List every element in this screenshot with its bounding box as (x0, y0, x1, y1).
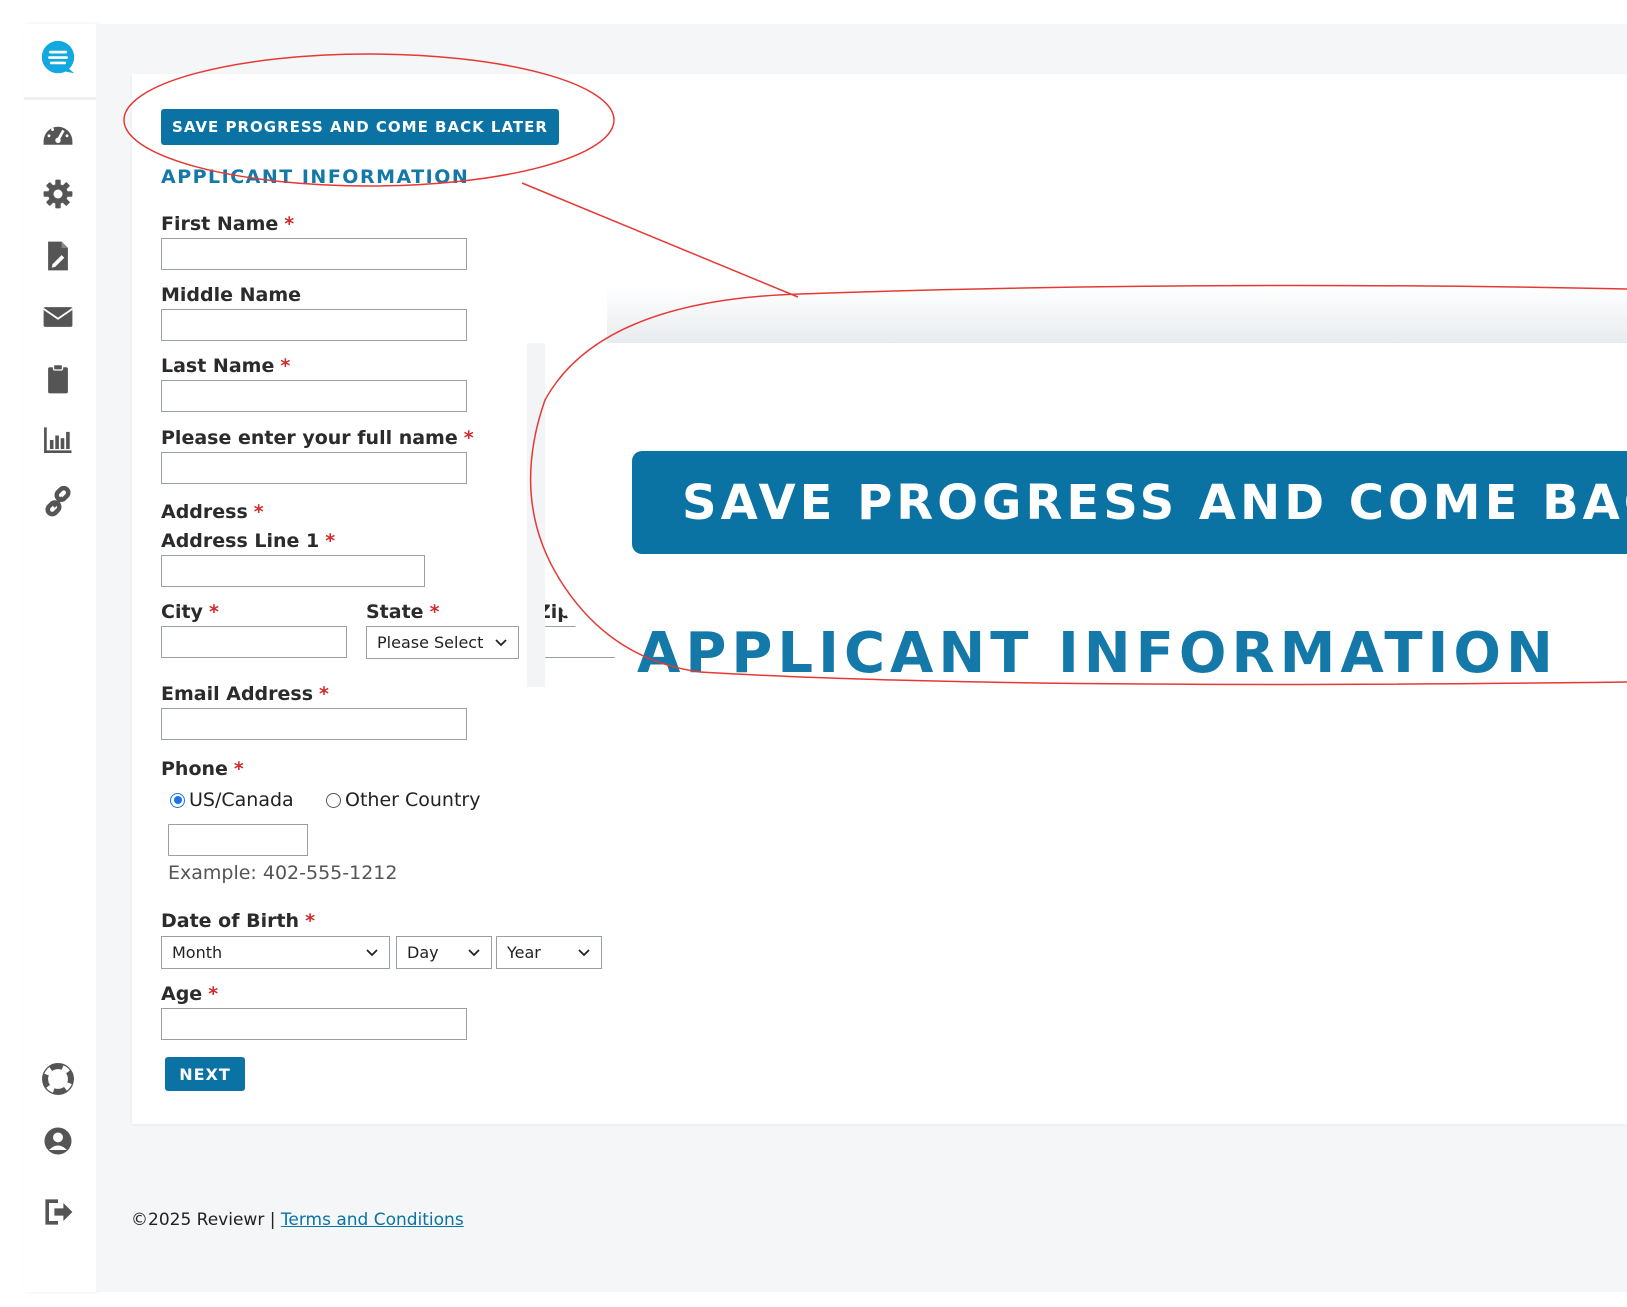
chevron-down-icon (495, 638, 507, 646)
middle-name-input[interactable] (161, 309, 467, 341)
clipboard-icon[interactable] (38, 359, 78, 399)
sign-out-icon[interactable] (38, 1192, 78, 1232)
first-name-label: First Name * (161, 213, 295, 235)
address-line1-label: Address Line 1 * (161, 530, 336, 552)
sidebar (24, 24, 96, 1292)
required-mark: * (280, 355, 291, 377)
footer: ©2025 Reviewr | Terms and Conditions (131, 1210, 464, 1230)
phone-input[interactable] (168, 824, 308, 856)
city-label: City * (161, 601, 219, 623)
radio-unselected[interactable] (326, 792, 341, 808)
email-input[interactable] (161, 708, 467, 740)
required-mark: * (319, 683, 329, 705)
save-progress-button[interactable]: SAVE PROGRESS AND COME BACK LATER (161, 109, 559, 145)
chevron-down-icon (366, 948, 378, 956)
required-mark: * (284, 213, 295, 235)
required-mark: * (325, 530, 336, 552)
required-mark: * (208, 601, 219, 623)
bar-chart-icon[interactable] (38, 420, 78, 460)
section-title: APPLICANT INFORMATION (161, 166, 470, 188)
full-name-label: Please enter your full name * (161, 427, 474, 449)
required-mark: * (429, 601, 440, 623)
last-name-label: Last Name * (161, 355, 291, 377)
email-label: Email Address * (161, 683, 329, 705)
state-select[interactable]: Please Select (366, 626, 519, 659)
next-button[interactable]: NEXT (165, 1057, 245, 1091)
footer-copyright: ©2025 Reviewr | (131, 1210, 281, 1230)
lifebuoy-icon[interactable] (38, 1059, 78, 1099)
phone-label: Phone * (161, 758, 244, 780)
zoom-callout: SAVE PROGRESS AND COME BACK APPLICANT IN… (527, 287, 1627, 687)
logo-area (24, 24, 96, 100)
middle-name-label: Middle Name (161, 284, 302, 306)
age-input[interactable] (161, 1008, 467, 1040)
link-icon[interactable] (38, 482, 78, 522)
first-name-input[interactable] (161, 238, 467, 270)
full-name-input[interactable] (161, 452, 467, 484)
chevron-down-icon (468, 948, 480, 956)
phone-example-hint: Example: 402-555-1212 (168, 862, 398, 884)
required-mark: * (208, 983, 219, 1005)
radio-selected[interactable] (170, 792, 185, 808)
dob-year-select[interactable]: Year (496, 936, 602, 969)
state-select-value: Please Select (377, 633, 484, 652)
dashboard-gauge-icon[interactable] (38, 114, 78, 154)
state-label: State * (366, 601, 440, 623)
dob-month-select[interactable]: Month (161, 936, 390, 969)
age-label: Age * (161, 983, 219, 1005)
reviewr-logo-icon[interactable] (38, 38, 78, 78)
address-label: Address * (161, 501, 264, 523)
envelope-icon[interactable] (38, 297, 78, 337)
zoom-save-progress-button: SAVE PROGRESS AND COME BACK (632, 451, 1627, 554)
user-circle-icon[interactable] (38, 1121, 78, 1161)
last-name-input[interactable] (161, 380, 467, 412)
dob-label: Date of Birth * (161, 910, 316, 932)
phone-option-other-country[interactable]: Other Country (326, 789, 480, 811)
required-mark: * (233, 758, 244, 780)
zoom-section-title: APPLICANT INFORMATION (637, 621, 1558, 686)
document-edit-icon[interactable] (38, 236, 78, 276)
required-mark: * (463, 427, 474, 449)
city-input[interactable] (161, 626, 347, 658)
app-window: SAVE PROGRESS AND COME BACK LATER APPLIC… (0, 0, 1627, 1307)
gear-icon[interactable] (38, 174, 78, 214)
required-mark: * (253, 501, 264, 523)
terms-link[interactable]: Terms and Conditions (281, 1210, 464, 1230)
required-mark: * (305, 910, 316, 932)
phone-option-us-canada[interactable]: US/Canada (170, 789, 294, 811)
chevron-down-icon (578, 948, 590, 956)
dob-day-select[interactable]: Day (396, 936, 492, 969)
address-line1-input[interactable] (161, 555, 425, 587)
